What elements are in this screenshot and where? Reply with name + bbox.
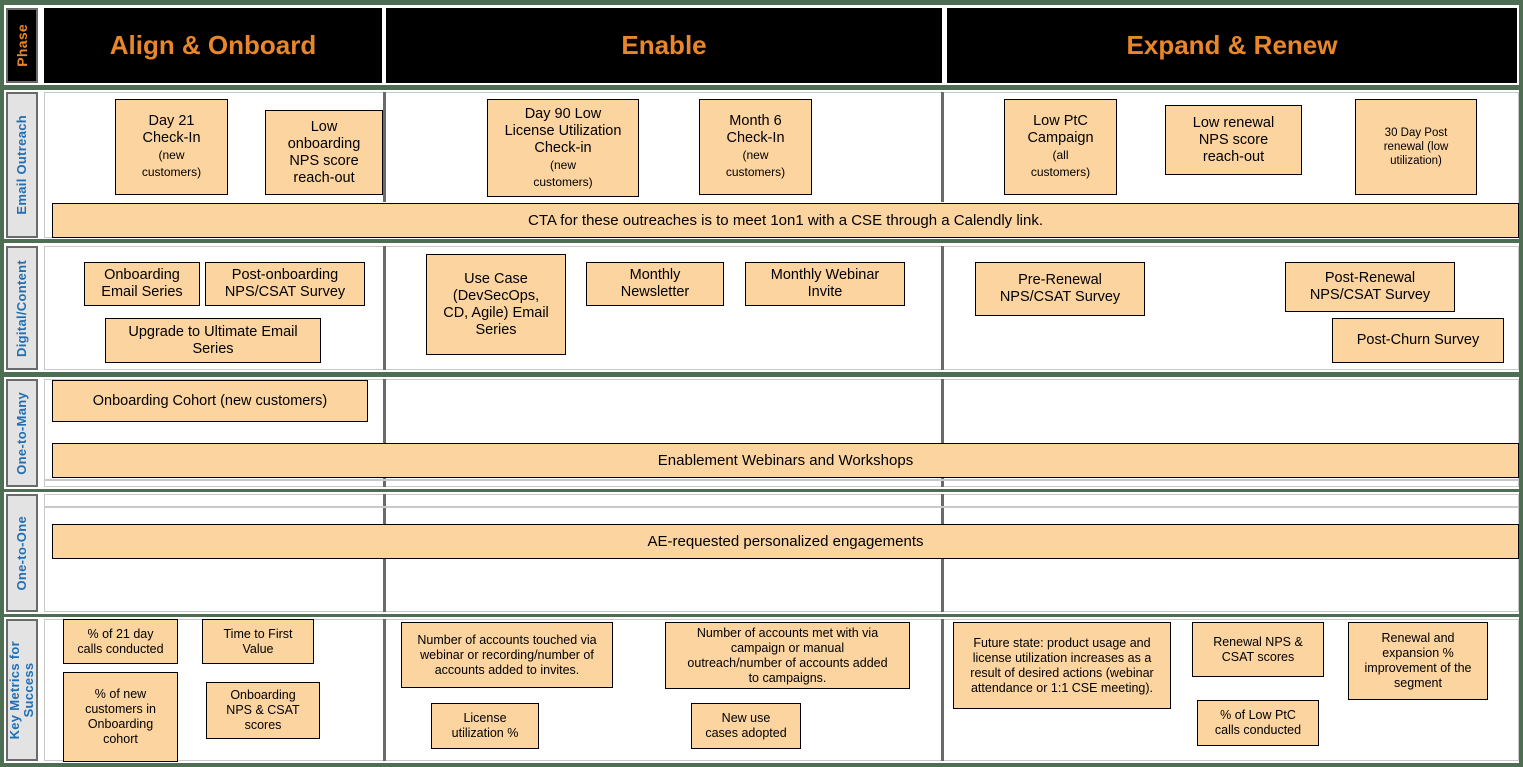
- box-pct-new-customers-cohort[interactable]: % of new customers in Onboarding cohort: [63, 672, 178, 762]
- banner-enablement-webinars: Enablement Webinars and Workshops: [52, 443, 1519, 478]
- box-accounts-met-campaign[interactable]: Number of accounts met with via campaign…: [665, 622, 910, 689]
- frame-divider-otm: [0, 489, 1523, 492]
- frame-divider-oto: [0, 614, 1523, 617]
- frame-divider-phase: [0, 85, 1523, 90]
- column-divider-1-email: [383, 92, 386, 202]
- rail-text-key-metrics: Key Metrics for Success: [7, 640, 36, 740]
- box-month-6-check-in-main: Month 6 Check-In: [726, 113, 785, 146]
- phase-label-align-onboard: Align & Onboard: [109, 30, 317, 60]
- phase-label-expand-renew: Expand & Renew: [1126, 30, 1338, 60]
- box-future-state-usage[interactable]: Future state: product usage and license …: [953, 622, 1171, 709]
- rail-text-phase: Phase: [14, 24, 30, 67]
- frame-top: [0, 0, 1523, 5]
- box-low-onboarding-nps[interactable]: Low onboarding NPS score reach-out: [265, 110, 383, 195]
- box-onboarding-cohort[interactable]: Onboarding Cohort (new customers): [52, 380, 368, 422]
- box-pre-renewal-survey[interactable]: Pre-Renewal NPS/CSAT Survey: [975, 262, 1145, 316]
- column-divider-1-metrics: [383, 619, 386, 761]
- box-accounts-touched-webinar[interactable]: Number of accounts touched via webinar o…: [401, 622, 613, 688]
- box-renewal-expansion-improvement[interactable]: Renewal and expansion % improvement of t…: [1348, 622, 1488, 700]
- box-30-day-post-renewal[interactable]: 30 Day Post renewal (low utilization): [1355, 99, 1477, 195]
- box-month-6-check-in[interactable]: Month 6 Check-In (new customers): [699, 99, 812, 195]
- box-month-6-check-in-sub: (new customers): [725, 148, 786, 179]
- frame-bottom: [0, 763, 1523, 767]
- column-divider-2-email: [941, 92, 944, 202]
- rail-label-key-metrics: Key Metrics for Success: [6, 619, 38, 761]
- box-pct-21-day-calls[interactable]: % of 21 day calls conducted: [63, 619, 178, 664]
- frame-right: [1519, 0, 1523, 767]
- box-post-churn-survey[interactable]: Post-Churn Survey: [1332, 318, 1504, 363]
- box-post-renewal-survey[interactable]: Post-Renewal NPS/CSAT Survey: [1285, 262, 1455, 312]
- box-day-21-check-in-sub: (new customers): [141, 148, 202, 179]
- box-monthly-webinar-invite[interactable]: Monthly Webinar Invite: [745, 262, 905, 306]
- box-day-21-check-in-main: Day 21 Check-In: [142, 113, 201, 146]
- rail-label-email-outreach: Email Outreach: [6, 92, 38, 238]
- box-day-90-license-util[interactable]: Day 90 Low License Utilization Check-in …: [487, 99, 639, 197]
- row-subdivider-oto: [44, 506, 1519, 508]
- banner-cta-email-outreach: CTA for these outreaches is to meet 1on1…: [52, 203, 1519, 238]
- box-time-to-first-value[interactable]: Time to First Value: [202, 619, 314, 664]
- rail-text-one-to-many: One-to-Many: [14, 391, 29, 475]
- column-divider-2-metrics: [941, 619, 944, 761]
- frame-divider-email: [0, 239, 1523, 243]
- phase-header-enable: Enable: [386, 8, 942, 83]
- box-low-ptc-campaign-main: Low PtC Campaign: [1027, 113, 1094, 146]
- box-license-utilization-pct[interactable]: License utilization %: [431, 703, 539, 749]
- box-renewal-nps-csat[interactable]: Renewal NPS & CSAT scores: [1192, 622, 1324, 677]
- box-post-onboarding-survey[interactable]: Post-onboarding NPS/CSAT Survey: [205, 262, 365, 306]
- box-low-ptc-campaign-sub: (all customers): [1030, 148, 1091, 179]
- box-day-90-license-util-sub: (new customers): [533, 157, 593, 189]
- box-upgrade-ultimate-email[interactable]: Upgrade to Ultimate Email Series: [105, 318, 321, 363]
- rail-label-one-to-many: One-to-Many: [6, 379, 38, 487]
- rail-label-digital-content: Digital/Content: [6, 246, 38, 370]
- box-day-21-check-in[interactable]: Day 21 Check-In (new customers): [115, 99, 228, 195]
- box-new-use-cases-adopted[interactable]: New use cases adopted: [691, 703, 801, 749]
- box-low-renewal-nps[interactable]: Low renewal NPS score reach-out: [1165, 105, 1302, 175]
- column-divider-2-digital: [941, 246, 944, 370]
- phase-header-align-onboard: Align & Onboard: [44, 8, 382, 83]
- phase-label-enable: Enable: [621, 30, 707, 60]
- frame-left: [0, 0, 4, 767]
- row-subdivider-otm: [44, 479, 1519, 481]
- rail-label-phase: Phase: [6, 8, 38, 83]
- phase-header-expand-renew: Expand & Renew: [947, 8, 1517, 83]
- rail-label-one-to-one: One-to-One: [6, 494, 38, 612]
- box-use-case-email-series[interactable]: Use Case (DevSecOps, CD, Agile) Email Se…: [426, 254, 566, 355]
- box-low-ptc-campaign[interactable]: Low PtC Campaign (all customers): [1004, 99, 1117, 195]
- box-pct-low-ptc-calls[interactable]: % of Low PtC calls conducted: [1197, 700, 1319, 746]
- frame-divider-digital: [0, 372, 1523, 377]
- rail-text-digital-content: Digital/Content: [14, 259, 29, 357]
- box-onboarding-nps-csat[interactable]: Onboarding NPS & CSAT scores: [206, 682, 320, 739]
- banner-ae-requested-engagements: AE-requested personalized engagements: [52, 524, 1519, 559]
- box-monthly-newsletter[interactable]: Monthly Newsletter: [586, 262, 724, 306]
- box-day-90-license-util-main: Day 90 Low License Utilization Check-in: [504, 105, 622, 156]
- rail-text-email-outreach: Email Outreach: [14, 115, 29, 215]
- box-onboarding-email-series[interactable]: Onboarding Email Series: [84, 262, 200, 306]
- customer-success-journey-matrix: Phase Align & Onboard Enable Expand & Re…: [0, 0, 1523, 767]
- rail-text-one-to-one: One-to-One: [14, 515, 29, 591]
- column-divider-1-digital: [383, 246, 386, 370]
